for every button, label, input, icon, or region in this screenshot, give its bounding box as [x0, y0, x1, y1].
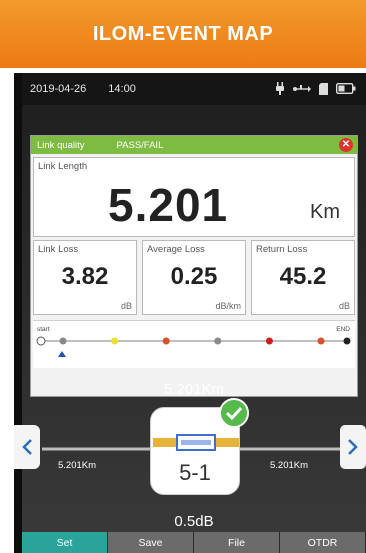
link-quality-bar: Link quality PASS/FAIL ✕ — [31, 136, 357, 154]
plug-icon — [276, 82, 284, 95]
tab-set[interactable]: Set — [22, 532, 108, 553]
return-loss-unit: dB — [338, 301, 350, 311]
battery-icon — [336, 83, 356, 94]
tab-save[interactable]: Save — [108, 532, 194, 553]
strip-event-marker[interactable] — [162, 337, 170, 345]
right-distance: 5.201Km — [270, 460, 309, 471]
close-icon[interactable]: ✕ — [339, 138, 353, 152]
tab-file[interactable]: File — [194, 532, 280, 553]
link-length-panel: Link Length 5.201 Km — [33, 157, 355, 237]
usb-icon — [293, 84, 311, 92]
return-loss-label: Return Loss — [256, 244, 308, 255]
strip-start-marker — [36, 336, 46, 346]
sd-card-icon — [319, 82, 328, 95]
average-loss-unit: dB/km — [215, 301, 241, 311]
strip-start-label: start — [37, 326, 50, 333]
event-strip[interactable]: start END — [33, 320, 355, 368]
connector-icon — [153, 434, 239, 451]
event-loss: 0.5dB — [174, 513, 214, 530]
page-title: ILOM-EVENT MAP — [0, 0, 366, 68]
link-quality-result: PASS/FAIL — [116, 139, 164, 151]
tab-otdr[interactable]: OTDR — [280, 532, 366, 553]
strip-end-label: END — [336, 326, 350, 333]
link-quality-label: Link quality — [37, 139, 85, 151]
average-loss-panel: Average Loss 0.25 dB/km — [142, 240, 246, 315]
strip-cursor-marker — [58, 351, 66, 357]
previous-event-button[interactable] — [14, 425, 40, 469]
strip-event-marker[interactable] — [111, 337, 119, 345]
average-loss-value: 0.25 — [170, 263, 218, 290]
link-loss-value: 3.82 — [61, 263, 109, 290]
strip-event-marker[interactable] — [214, 337, 222, 345]
pass-check-icon — [219, 398, 249, 428]
next-event-button[interactable] — [340, 425, 366, 469]
strip-event-marker[interactable] — [59, 337, 67, 345]
event-strip-graphic — [36, 336, 351, 357]
status-date: 2019-04-26 — [30, 83, 87, 95]
chevron-left-icon — [22, 439, 32, 455]
link-loss-unit: dB — [120, 301, 132, 311]
return-loss-value: 45.2 — [279, 263, 327, 290]
status-icons — [275, 82, 356, 95]
event-id: 5-1 — [179, 460, 211, 485]
status-time: 14:00 — [108, 83, 136, 95]
chevron-right-icon — [348, 439, 358, 455]
return-loss-panel: Return Loss 45.2 dB — [251, 240, 355, 315]
left-distance: 5.201Km — [58, 460, 97, 471]
strip-event-marker[interactable] — [317, 337, 325, 345]
link-length-unit: Km — [310, 201, 340, 223]
link-length-label: Link Length — [38, 161, 88, 172]
bottom-tab-bar: Set Save File OTDR — [22, 532, 366, 553]
event-distance: 5.201Km — [163, 381, 225, 398]
event-detail-box[interactable]: 5-1 — [150, 398, 249, 495]
link-summary-card: Link quality PASS/FAIL ✕ Link Length 5.2… — [30, 135, 358, 397]
link-loss-panel: Link Loss 3.82 dB — [33, 240, 137, 315]
link-length-value: 5.201 — [108, 179, 229, 231]
device-frame: 2019-04-26 14:00 Link quality PASS/FAIL … — [14, 73, 366, 553]
average-loss-label: Average Loss — [147, 244, 205, 255]
status-bar: 2019-04-26 14:00 — [22, 73, 366, 105]
otdr-screen: 2019-04-26 14:00 Link quality PASS/FAIL … — [14, 73, 366, 553]
link-loss-label: Link Loss — [38, 244, 79, 255]
strip-end-marker — [343, 337, 351, 345]
strip-event-marker[interactable] — [265, 337, 273, 345]
